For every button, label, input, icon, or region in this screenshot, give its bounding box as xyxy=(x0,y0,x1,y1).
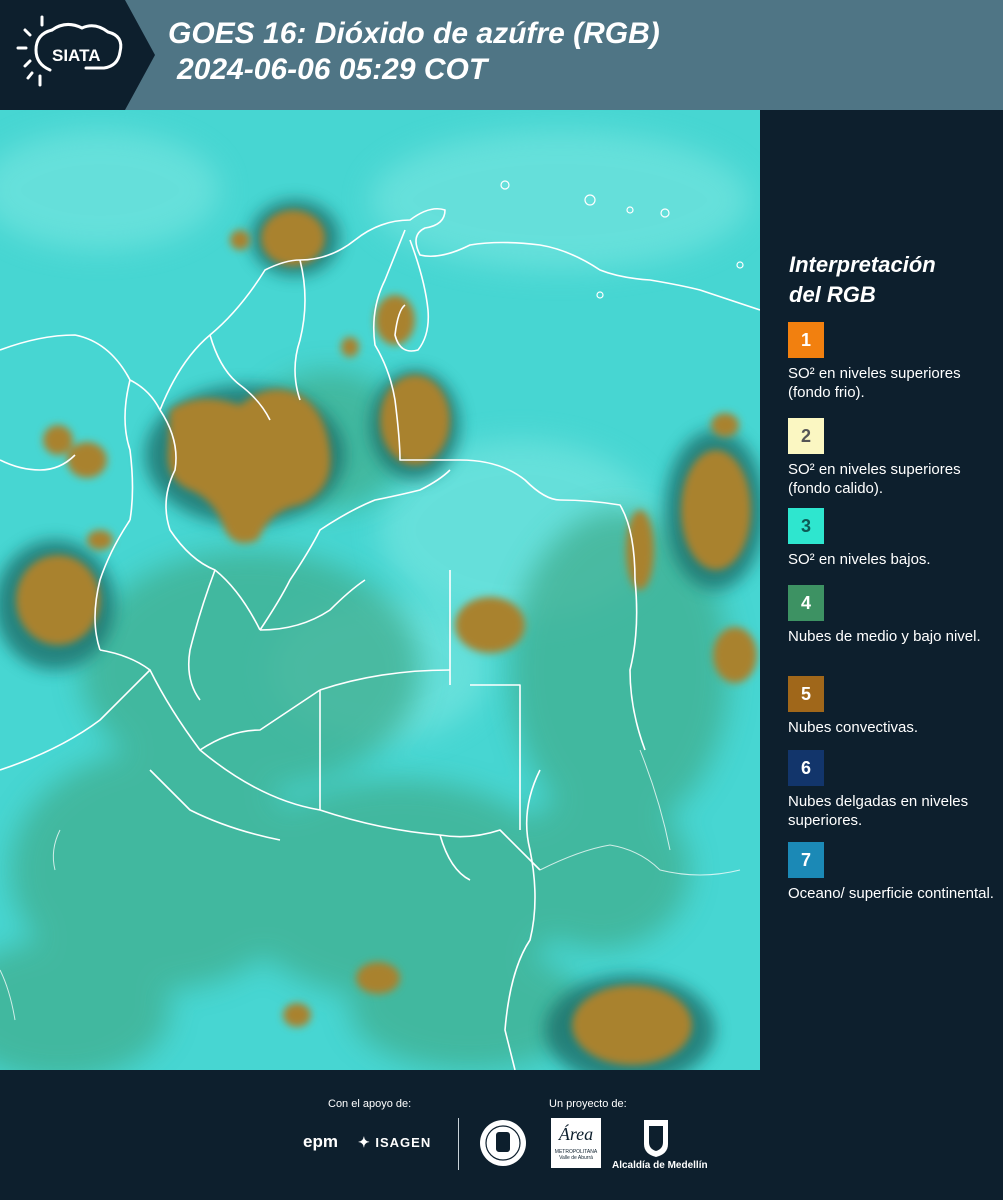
legend-text-1: SO² en niveles superiores (fondo frio). xyxy=(788,365,961,401)
legend-title-line-1: Interpretación xyxy=(789,252,936,277)
isagen-logo[interactable]: ✦ ISAGEN xyxy=(358,1134,431,1151)
legend-item-6: 6 Nubes delgadas en niveles superiores. xyxy=(788,750,998,830)
siata-logo-icon: SIATA xyxy=(0,0,155,110)
epm-logo[interactable]: epm xyxy=(303,1132,338,1152)
project-label: Un proyecto de: xyxy=(549,1098,627,1110)
satellite-map-image xyxy=(0,110,760,1070)
legend-text-7: Oceano/ superficie continental. xyxy=(788,885,994,902)
legend-item-3: 3 SO² en niveles bajos. xyxy=(788,508,998,569)
isagen-logo-text: ISAGEN xyxy=(375,1135,432,1150)
legend-swatch-4: 4 xyxy=(788,585,824,621)
satellite-map[interactable] xyxy=(0,110,760,1070)
area-logo-text: Área xyxy=(558,1124,594,1144)
legend-swatch-2: 2 xyxy=(788,418,824,454)
legend-swatch-3: 3 xyxy=(788,508,824,544)
university-seal-icon[interactable] xyxy=(478,1118,528,1168)
legend-swatch-7: 7 xyxy=(788,842,824,878)
isagen-star-icon: ✦ xyxy=(358,1134,371,1150)
legend-text-4: Nubes de medio y bajo nivel. xyxy=(788,628,981,645)
legend-item-1: 1 SO² en niveles superiores (fondo frio)… xyxy=(788,322,998,402)
legend-text-2: SO² en niveles superiores (fondo calido)… xyxy=(788,461,961,497)
legend-swatch-1: 1 xyxy=(788,322,824,358)
area-metropolitana-logo[interactable]: Área METROPOLITANA Valle de Aburrá xyxy=(551,1118,601,1168)
legend-item-5: 5 Nubes convectivas. xyxy=(788,676,998,737)
legend-title-line-2: del RGB xyxy=(789,282,876,307)
legend-item-2: 2 SO² en niveles superiores (fondo calid… xyxy=(788,418,998,498)
page-title: GOES 16: Dióxido de azúfre (RGB) 2024-06… xyxy=(168,16,660,88)
legend-text-5: Nubes convectivas. xyxy=(788,719,919,736)
legend-swatch-5: 5 xyxy=(788,676,824,712)
alcaldia-shield-icon xyxy=(644,1120,668,1157)
legend-text-6: Nubes delgadas en niveles superiores. xyxy=(788,793,969,829)
title-line-2: 2024-06-06 05:29 COT xyxy=(177,53,488,86)
legend-panel: Interpretación del RGB 1 SO² en niveles … xyxy=(760,110,1003,1070)
legend-item-4: 4 Nubes de medio y bajo nivel. xyxy=(788,585,998,646)
legend-item-7: 7 Oceano/ superficie continental. xyxy=(788,842,998,903)
legend-swatch-6: 6 xyxy=(788,750,824,786)
alcaldia-logo-text[interactable]: Alcaldía de Medellín xyxy=(612,1160,708,1171)
legend-text-3: SO² en niveles bajos. xyxy=(788,551,931,568)
legend-title: Interpretación del RGB xyxy=(789,250,936,310)
footer-divider xyxy=(458,1118,459,1170)
area-logo-subcaption: Valle de Aburrá xyxy=(559,1155,593,1161)
title-line-1: GOES 16: Dióxido de azúfre (RGB) xyxy=(168,17,660,50)
epm-logo-text: epm xyxy=(303,1132,338,1151)
siata-logo-text: SIATA xyxy=(52,46,100,65)
header: SIATA GOES 16: Dióxido de azúfre (RGB) 2… xyxy=(0,0,1003,110)
support-label: Con el apoyo de: xyxy=(328,1098,412,1110)
footer: Con el apoyo de: Un proyecto de: epm ✦ I… xyxy=(0,1070,1003,1200)
siata-logo[interactable]: SIATA xyxy=(0,0,155,110)
